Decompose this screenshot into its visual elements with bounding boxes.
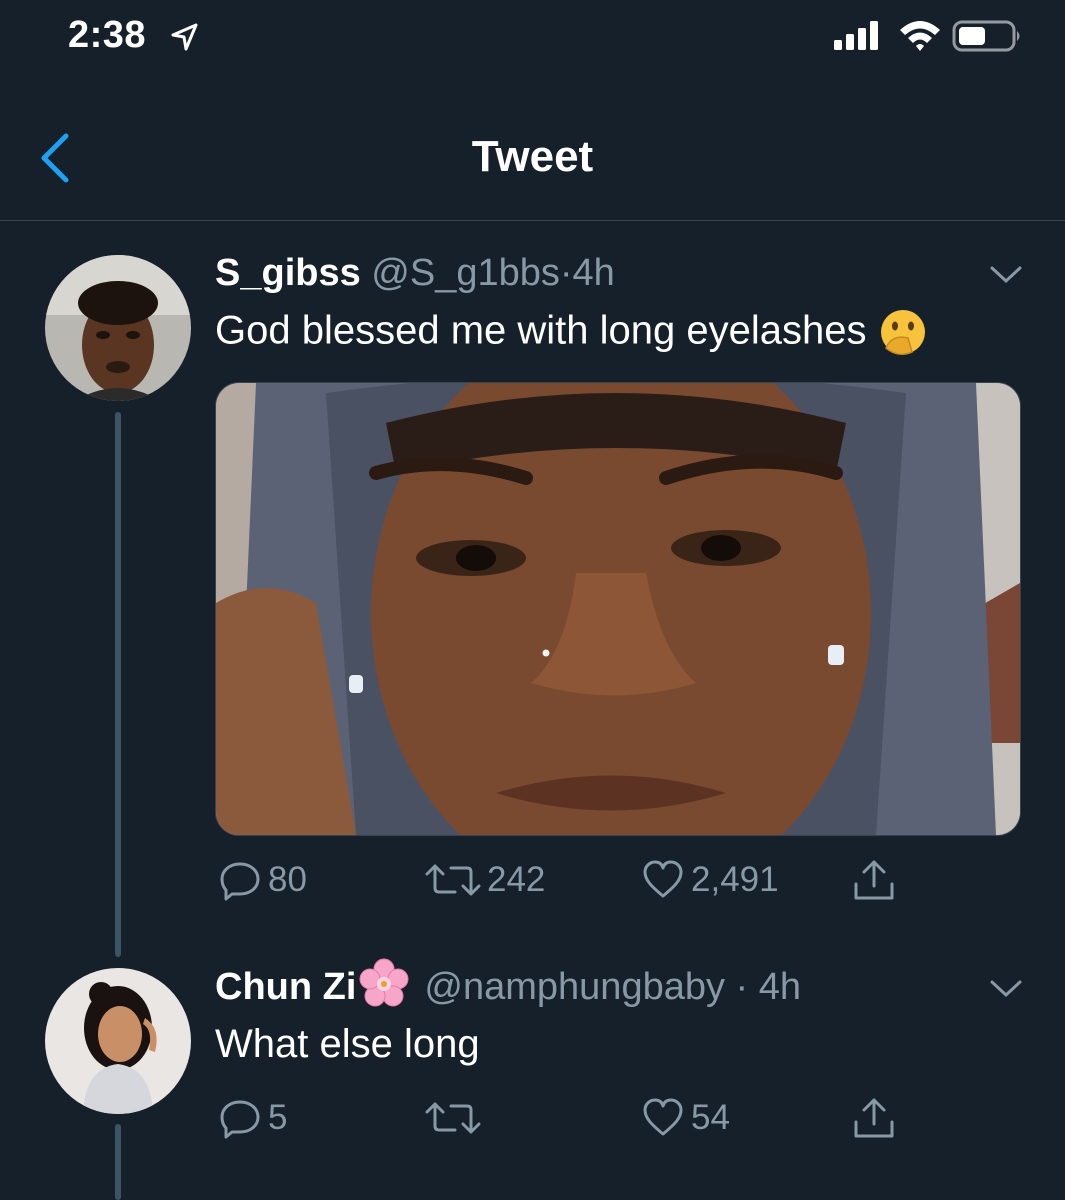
retweet-count: 242 — [487, 860, 546, 899]
author-name[interactable]: Chun Zi — [215, 966, 356, 1008]
avatar[interactable] — [45, 968, 191, 1114]
status-bar: 2:38 — [0, 0, 1065, 80]
tweet-header: Chun Zi @namphungbaby · 4h — [215, 958, 802, 1010]
separator: · — [735, 966, 749, 1008]
tweet-age: 4h — [572, 252, 615, 294]
chevron-down-icon[interactable] — [988, 976, 1024, 1000]
retweet-button[interactable] — [425, 1096, 487, 1140]
face-with-hand-over-mouth-icon — [880, 310, 925, 355]
tweet-text: What else long — [215, 1022, 480, 1066]
share-button[interactable] — [852, 1096, 902, 1140]
cellular-signal-icon — [834, 21, 878, 50]
retweet-icon — [425, 864, 481, 896]
page-title: Tweet — [471, 132, 594, 181]
thread-line — [115, 412, 121, 957]
reply-count: 5 — [268, 1098, 288, 1137]
like-button[interactable]: 54 — [641, 1096, 730, 1140]
separator: · — [559, 252, 573, 294]
location-arrow-icon — [171, 23, 198, 51]
reply-icon — [220, 1100, 260, 1139]
navigation-bar: Tweet — [0, 100, 1065, 221]
heart-icon — [643, 860, 683, 898]
status-time: 2:38 — [68, 14, 147, 56]
author-name[interactable]: S_gibss — [215, 252, 361, 294]
thread-line — [115, 1124, 121, 1200]
tweet-photo — [216, 383, 1020, 835]
like-count: 2,491 — [691, 860, 779, 899]
avatar-image — [45, 968, 191, 1114]
retweet-icon — [425, 1102, 481, 1134]
reply-count: 80 — [268, 860, 307, 899]
heart-icon — [643, 1098, 683, 1136]
avatar[interactable] — [45, 255, 191, 401]
avatar-image — [45, 255, 191, 401]
tweet-text-content: God blessed me with long eyelashes — [215, 308, 867, 353]
author-handle[interactable]: @S_g1bbs — [371, 252, 560, 294]
tweet-image[interactable] — [215, 382, 1021, 836]
share-icon — [854, 1098, 894, 1138]
tweet-header: S_gibss @S_g1bbs·4h — [215, 252, 615, 295]
retweet-button[interactable]: 242 — [425, 858, 545, 902]
reply-button[interactable]: 80 — [218, 858, 307, 902]
cherry-blossom-icon — [359, 958, 409, 1007]
reply-button[interactable]: 5 — [218, 1096, 287, 1140]
tweet-text: God blessed me with long eyelashes — [215, 308, 928, 358]
like-count: 54 — [691, 1098, 730, 1137]
wifi-icon — [900, 21, 940, 51]
like-button[interactable]: 2,491 — [641, 858, 779, 902]
author-handle[interactable]: @namphungbaby — [424, 966, 725, 1008]
battery-icon — [952, 20, 1020, 52]
tweet-age: 4h — [758, 966, 802, 1008]
share-button[interactable] — [852, 858, 902, 902]
share-icon — [854, 860, 894, 900]
reply-icon — [220, 862, 260, 901]
chevron-down-icon[interactable] — [988, 262, 1024, 286]
